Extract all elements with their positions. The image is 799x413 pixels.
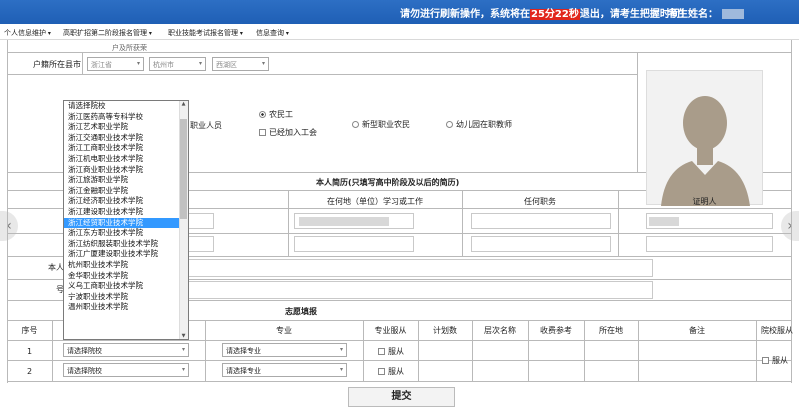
resume-witness-input-1[interactable] bbox=[646, 213, 773, 229]
scroll-up-icon[interactable]: ▲ bbox=[180, 101, 187, 107]
self-partial-label: 本人 bbox=[48, 263, 64, 272]
refresh-warning: 请勿进行刷新操作，系统将在25分22秒退出，请考生把握时间！ bbox=[400, 9, 690, 20]
province-select[interactable]: 浙江省 bbox=[87, 57, 144, 71]
option-migrant-worker[interactable]: 农民工 bbox=[259, 109, 293, 120]
dropdown-option[interactable]: 浙江机电职业技术学院 bbox=[64, 154, 188, 165]
col-fee: 收费参考 bbox=[540, 326, 572, 335]
category-partial-label: 职业人员 bbox=[190, 121, 222, 130]
checkbox-icon[interactable] bbox=[378, 348, 385, 355]
col-remark: 备注 bbox=[689, 326, 705, 335]
row-no: 1 bbox=[26, 347, 33, 356]
main-nav: 个人信息维护 高职扩招第二阶段报名管理 职业技能考试报名管理 信息查询 bbox=[0, 24, 799, 40]
major-select-2[interactable]: 请选择专业 bbox=[222, 363, 347, 377]
dropdown-option[interactable]: 杭州职业技术学院 bbox=[64, 260, 188, 271]
resume-col-position: 任何职务 bbox=[524, 197, 556, 206]
dropdown-option[interactable]: 宁波职业技术学院 bbox=[64, 292, 188, 303]
student-name: 考生姓名： bbox=[668, 5, 744, 20]
col-location: 所在地 bbox=[599, 326, 623, 335]
avatar-silhouette-icon bbox=[661, 96, 750, 206]
top-banner: 请勿进行刷新操作，系统将在25分22秒退出，请考生把握时间！ 考生姓名： bbox=[0, 0, 799, 24]
masked-name bbox=[722, 9, 744, 19]
volunteer-title: 志愿填报 bbox=[285, 307, 317, 316]
radio-icon[interactable] bbox=[259, 111, 266, 118]
resume-place-input-1[interactable] bbox=[294, 213, 414, 229]
dropdown-option[interactable]: 金华职业技术学院 bbox=[64, 271, 188, 282]
col-level: 层次名称 bbox=[484, 326, 516, 335]
countdown-timer: 25分22秒 bbox=[530, 9, 580, 20]
dropdown-option[interactable]: 浙江旅游职业学院 bbox=[64, 175, 188, 186]
resume-col-place: 在何地（单位）学习或工作 bbox=[327, 197, 423, 206]
nav-item-personal-info[interactable]: 个人信息维护 bbox=[4, 28, 51, 38]
student-photo bbox=[646, 70, 763, 206]
city-select[interactable]: 杭州市 bbox=[149, 57, 206, 71]
dropdown-scrollbar[interactable]: ▲ ▼ bbox=[179, 101, 188, 339]
nav-item-info-query[interactable]: 信息查询 bbox=[256, 28, 289, 38]
dropdown-option[interactable]: 浙江金融职业学院 bbox=[64, 186, 188, 197]
nav-item-expansion-enroll[interactable]: 高职扩招第二阶段报名管理 bbox=[63, 28, 152, 38]
resume-col-witness: 证明人 bbox=[692, 197, 717, 206]
checkbox-icon[interactable] bbox=[762, 357, 769, 364]
col-plan: 计划数 bbox=[433, 326, 457, 335]
dropdown-option[interactable]: 温州职业技术学院 bbox=[64, 302, 188, 313]
col-major: 专业 bbox=[276, 326, 292, 335]
self-intro-input[interactable] bbox=[186, 259, 653, 277]
option-new-farmer[interactable]: 新型职业农民 bbox=[352, 119, 410, 130]
dropdown-option[interactable]: 浙江经济职业技术学院 bbox=[64, 196, 188, 207]
dropdown-option[interactable]: 浙江医药高等专科学校 bbox=[64, 112, 188, 123]
school-obey[interactable]: 服从 bbox=[762, 355, 788, 366]
scroll-thumb[interactable] bbox=[180, 119, 187, 219]
resume-period-input-2[interactable] bbox=[186, 236, 214, 252]
col-no: 序号 bbox=[21, 326, 38, 335]
dropdown-option[interactable]: 浙江广厦建设职业技术学院 bbox=[64, 249, 188, 260]
honors-partial-label: 户及所获荣 bbox=[112, 44, 147, 52]
dropdown-option[interactable]: 浙江东方职业技术学院 bbox=[64, 228, 188, 239]
dropdown-option[interactable]: 浙江纺织服装职业技术学院 bbox=[64, 239, 188, 250]
resume-period-input-1[interactable] bbox=[186, 213, 214, 229]
school-dropdown-list[interactable]: 请选择院校 浙江医药高等专科学校 浙江艺术职业学院 浙江交通职业技术学院 浙江工商职业技… bbox=[63, 100, 189, 340]
dropdown-option[interactable]: 义乌工商职业技术学院 bbox=[64, 281, 188, 292]
checkbox-icon[interactable] bbox=[259, 129, 266, 136]
dropdown-option[interactable]: 浙江商业职业技术学院 bbox=[64, 165, 188, 176]
row-no: 2 bbox=[26, 367, 33, 376]
hukou-label: 户籍所在县市 bbox=[33, 60, 81, 69]
school-select-2[interactable]: 请选择院校 bbox=[63, 363, 189, 377]
resume-place-input-2[interactable] bbox=[294, 236, 414, 252]
radio-icon[interactable] bbox=[352, 121, 359, 128]
option-kindergarten-teacher[interactable]: 幼儿园在职教师 bbox=[446, 119, 512, 130]
dropdown-option[interactable]: 浙江交通职业技术学院 bbox=[64, 133, 188, 144]
self-other-input[interactable] bbox=[186, 281, 653, 299]
radio-icon[interactable] bbox=[446, 121, 453, 128]
resume-position-input-2[interactable] bbox=[471, 236, 611, 252]
dropdown-option[interactable]: 浙江工商职业技术学院 bbox=[64, 143, 188, 154]
resume-title: 本人简历(只填写高中阶段及以后的简历) bbox=[316, 178, 460, 187]
major-obey-2[interactable]: 服从 bbox=[378, 366, 404, 377]
major-select-1[interactable]: 请选择专业 bbox=[222, 343, 347, 357]
prev-arrow-icon[interactable]: ‹ bbox=[0, 211, 18, 241]
resume-witness-input-2[interactable] bbox=[646, 236, 773, 252]
scroll-down-icon[interactable]: ▼ bbox=[180, 333, 187, 339]
district-select[interactable]: 西湖区 bbox=[212, 57, 269, 71]
next-arrow-icon[interactable]: › bbox=[781, 211, 799, 241]
dropdown-option[interactable]: 请选择院校 bbox=[64, 101, 188, 112]
col-school-obey: 院校服从 bbox=[761, 326, 793, 335]
nav-item-skill-exam[interactable]: 职业技能考试报名管理 bbox=[168, 28, 243, 38]
dropdown-option[interactable]: 浙江经贸职业技术学院 bbox=[64, 217, 188, 229]
school-select-1[interactable]: 请选择院校 bbox=[63, 343, 189, 357]
dropdown-options: 请选择院校 浙江医药高等专科学校 浙江艺术职业学院 浙江交通职业技术学院 浙江工商职业技… bbox=[64, 101, 188, 313]
checkbox-icon[interactable] bbox=[378, 368, 385, 375]
dropdown-option[interactable]: 浙江艺术职业学院 bbox=[64, 122, 188, 133]
col-major-obey: 专业服从 bbox=[374, 326, 407, 335]
submit-button[interactable]: 提交 bbox=[348, 387, 455, 407]
dropdown-option[interactable]: 浙江建设职业技术学院 bbox=[64, 207, 188, 218]
option-joined-union[interactable]: 已经加入工会 bbox=[259, 127, 317, 138]
resume-position-input-1[interactable] bbox=[471, 213, 611, 229]
major-obey-1[interactable]: 服从 bbox=[378, 346, 404, 357]
